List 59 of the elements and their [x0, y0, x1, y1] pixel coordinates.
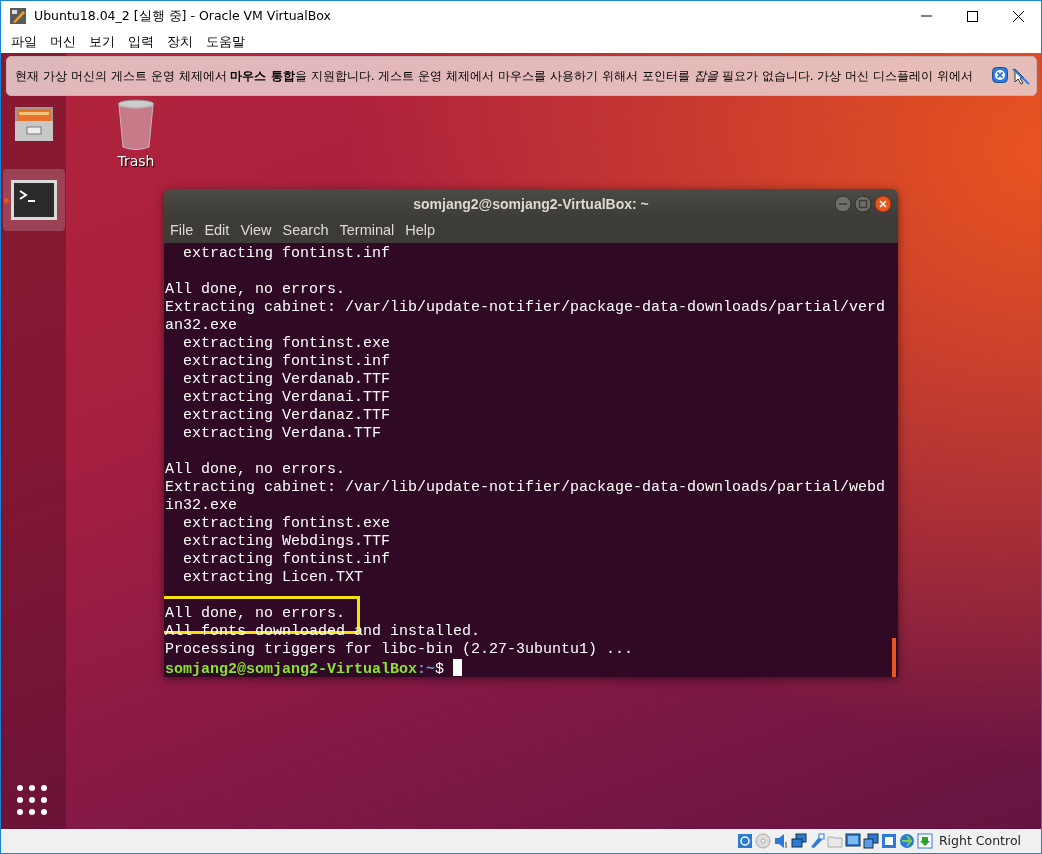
output-line: extracting fontinst.inf: [182, 245, 391, 262]
file-cabinet-icon: [12, 105, 55, 143]
output-line: in32.exe: [165, 497, 237, 514]
output-line: Extracting cabinet: /var/lib/update-notifier/package-data-downloads/partial/webd: [165, 479, 886, 496]
output-line: an32.exe: [165, 317, 237, 334]
notification-text: 현재 가상 머신의 게스트 운영 체제에서 마우스 통합을 지원합니다. 게스트 운영 체제에서 마우스를 사용하기 위해서 포인터를 잡을 필요가 없습니다. 가상 머신 디스플레이 위에서: [15, 67, 975, 85]
output-line: extracting fontinst.exe: [182, 515, 391, 532]
host-key-label: Right Control: [938, 831, 1021, 850]
mouse-pointer-icon[interactable]: [1012, 67, 1030, 85]
trash-icon[interactable]: [117, 99, 155, 151]
app-grid-icon[interactable]: [17, 785, 47, 815]
video-capture-icon[interactable]: [862, 833, 879, 849]
prompt-user: somjang2@somjang2-VirtualBox: [165, 661, 418, 677]
menu-item[interactable]: 장치: [161, 32, 200, 52]
menu-item[interactable]: 도움말: [200, 32, 252, 52]
output-line: extracting Verdana.TTF: [182, 425, 382, 442]
window-title: somjang2@somjang2-VirtualBox: ~: [413, 194, 649, 214]
output-line: Extracting cabinet: /var/lib/update-notifier/package-data-downloads/partial/verd: [165, 299, 886, 316]
menu-item[interactable]: 입력: [122, 32, 161, 52]
minimize-button[interactable]: [834, 195, 852, 213]
prompt-symbol: $: [435, 661, 445, 677]
menu-item[interactable]: 파일: [5, 32, 44, 52]
close-button[interactable]: [874, 195, 892, 213]
terminal-icon: [10, 180, 57, 220]
icon-label: Trash: [117, 152, 155, 171]
output-line: extracting fontinst.exe: [182, 335, 391, 352]
menu-item[interactable]: File: [166, 220, 201, 242]
dock-item[interactable]: [2, 169, 65, 231]
output-line: Processing triggers for libc-bin (2.27-3ubuntu1) ...: [165, 641, 634, 658]
app-icon: [10, 8, 26, 24]
menu-item[interactable]: 머신: [44, 32, 83, 52]
output-line: extracting fontinst.inf: [182, 353, 391, 370]
scrollbar[interactable]: [892, 638, 896, 677]
network-icon[interactable]: [790, 833, 807, 849]
menu-item[interactable]: View: [236, 220, 279, 242]
menu-item[interactable]: Help: [401, 220, 443, 242]
output-line: extracting Webdings.TTF: [182, 533, 391, 550]
display-icon[interactable]: [844, 833, 861, 849]
menu-item[interactable]: Search: [278, 220, 336, 242]
download-icon[interactable]: [916, 833, 933, 849]
output-line: extracting Verdanaz.TTF: [182, 407, 391, 424]
window-title: Ubuntu18.04_2 [실행 중] - Oracle VM VirtualBox: [33, 6, 331, 25]
text-cursor: [453, 659, 463, 676]
menu-item[interactable]: Edit: [200, 220, 237, 242]
output-line: extracting Licen.TXT: [182, 569, 364, 586]
output-line: All done, no errors.: [165, 461, 346, 478]
menu-item[interactable]: Terminal: [335, 220, 402, 242]
usb-icon[interactable]: [808, 833, 825, 849]
output-line: extracting fontinst.inf: [182, 551, 391, 568]
close-icon[interactable]: [992, 67, 1008, 83]
output-line: extracting Verdanab.TTF: [182, 371, 391, 388]
output-line: All done, no errors.: [165, 605, 346, 622]
output-line: extracting Verdanai.TTF: [182, 389, 391, 406]
menu-item[interactable]: 보기: [83, 32, 122, 52]
audio-icon[interactable]: [772, 833, 789, 849]
maximize-icon: [966, 10, 978, 22]
close-icon: [1012, 10, 1024, 22]
output-line: All done, no errors.: [165, 281, 346, 298]
prompt-path: :~: [417, 661, 436, 677]
